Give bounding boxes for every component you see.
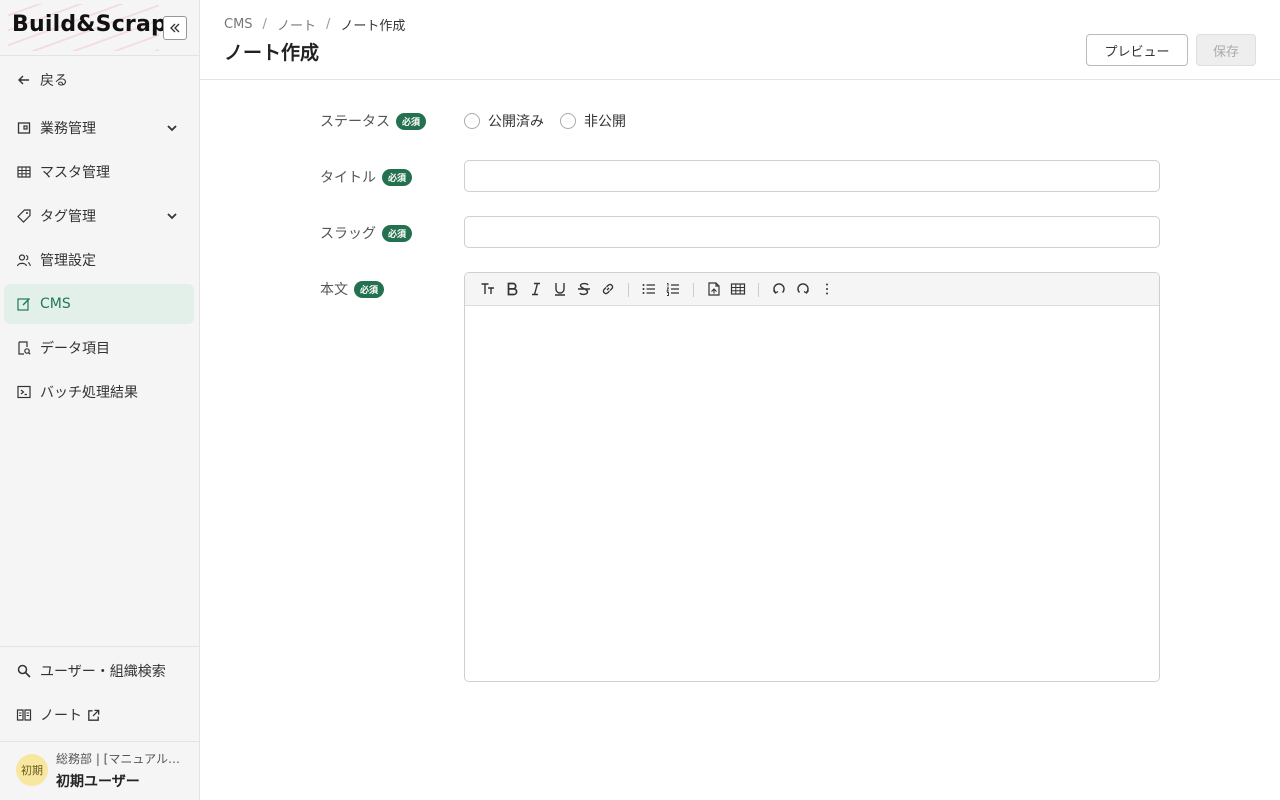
required-badge: 必須 <box>382 224 413 242</box>
status-radio-group: 公開済み 非公開 <box>464 111 642 131</box>
breadcrumb-item-cms[interactable]: CMS <box>224 17 253 32</box>
required-badge: 必須 <box>354 280 385 298</box>
terminal-icon <box>16 384 32 400</box>
sidebar-item-label: ノート <box>40 708 82 724</box>
avatar[interactable]: 初期 <box>16 754 48 786</box>
editor-toolbar <box>465 273 1159 306</box>
save-button[interactable]: 保存 <box>1196 34 1256 66</box>
body-label: 本文 必須 <box>320 279 385 299</box>
book-icon <box>16 707 32 723</box>
radio-circle[interactable] <box>560 113 576 129</box>
sidebar-item-label: データ項目 <box>40 341 110 357</box>
slug-label: スラッグ 必須 <box>320 223 413 243</box>
table-icon <box>16 164 32 180</box>
users-icon <box>16 252 32 268</box>
brand-logo[interactable]: Build&Scrap <box>12 12 167 37</box>
sidebar-item-business[interactable]: 業務管理 <box>4 108 194 148</box>
page-title: ノート作成 <box>224 42 320 64</box>
edit-icon <box>16 296 32 312</box>
sidebar-item-label: タグ管理 <box>40 209 96 225</box>
link-icon[interactable] <box>600 281 616 297</box>
strikethrough-icon[interactable] <box>576 281 592 297</box>
sidebar-item-note[interactable]: ノート <box>4 695 194 735</box>
numbered-list-icon[interactable] <box>665 281 681 297</box>
breadcrumb-item-note[interactable]: ノート <box>277 15 316 34</box>
sidebar-item-label: ユーザー・組織検索 <box>40 664 166 680</box>
sidebar-item-label: 業務管理 <box>40 121 96 137</box>
briefcase-icon <box>16 120 32 136</box>
underline-icon[interactable] <box>552 281 568 297</box>
sidebar-item-master[interactable]: マスタ管理 <box>4 152 194 192</box>
slug-label-text: スラッグ <box>320 226 376 242</box>
required-badge: 必須 <box>396 112 427 130</box>
sidebar-item-label: マスタ管理 <box>40 165 110 181</box>
chevron-down-icon <box>167 213 177 220</box>
sidebar-item-admin-settings[interactable]: 管理設定 <box>4 240 194 280</box>
text-size-icon[interactable] <box>480 281 496 297</box>
toolbar-divider <box>758 283 759 297</box>
italic-icon[interactable] <box>528 281 544 297</box>
sidebar: Build&Scrap 戻る 業務管理 マスタ管理 タグ管理 管理設定 CMS … <box>0 0 200 800</box>
required-badge: 必須 <box>382 168 413 186</box>
document-search-icon <box>16 340 32 356</box>
double-chevron-left-icon <box>170 23 180 33</box>
status-radio-published[interactable]: 公開済み <box>464 111 544 131</box>
toolbar-divider <box>693 283 694 297</box>
divider <box>0 646 199 647</box>
preview-button[interactable]: プレビュー <box>1086 34 1188 66</box>
editor-content-area[interactable] <box>465 306 1159 681</box>
sidebar-item-label: 管理設定 <box>40 253 96 269</box>
toolbar-divider <box>628 283 629 297</box>
bullet-list-icon[interactable] <box>641 281 657 297</box>
title-label-text: タイトル <box>320 170 376 186</box>
title-input[interactable] <box>464 160 1160 192</box>
chevron-down-icon <box>167 125 177 132</box>
sidebar-item-user-org-search[interactable]: ユーザー・組織検索 <box>4 651 194 691</box>
insert-file-icon[interactable] <box>706 281 722 297</box>
sidebar-item-tags[interactable]: タグ管理 <box>4 196 194 236</box>
user-organization: 総務部 | [マニュアル… <box>56 752 180 766</box>
title-label: タイトル 必須 <box>320 167 413 187</box>
sidebar-item-label: CMS <box>40 296 71 312</box>
page-header: CMS / ノート / ノート作成 ノート作成 プレビュー 保存 <box>200 0 1280 80</box>
sidebar-item-back[interactable]: 戻る <box>4 60 194 100</box>
body-label-text: 本文 <box>320 282 348 298</box>
user-name: 初期ユーザー <box>56 774 140 790</box>
tag-icon <box>16 208 32 224</box>
breadcrumb-item-current: ノート作成 <box>340 19 406 34</box>
sidebar-item-label: 戻る <box>40 73 68 89</box>
search-icon <box>16 663 32 679</box>
redo-icon[interactable] <box>795 281 811 297</box>
breadcrumb: CMS / ノート / ノート作成 <box>224 15 405 34</box>
sidebar-item-label: バッチ処理結果 <box>40 385 138 401</box>
divider <box>0 741 199 742</box>
sidebar-item-cms[interactable]: CMS <box>4 284 194 324</box>
status-label-text: ステータス <box>320 114 390 130</box>
radio-label: 非公開 <box>584 114 626 130</box>
collapse-sidebar-button[interactable] <box>163 16 187 40</box>
slug-input[interactable] <box>464 216 1160 248</box>
radio-label: 公開済み <box>488 114 544 130</box>
breadcrumb-separator: / <box>325 17 331 32</box>
sidebar-item-batch-results[interactable]: バッチ処理結果 <box>4 372 194 412</box>
status-label: ステータス 必須 <box>320 111 427 131</box>
radio-circle[interactable] <box>464 113 480 129</box>
breadcrumb-separator: / <box>262 17 267 32</box>
insert-table-icon[interactable] <box>730 281 746 297</box>
sidebar-item-data-fields[interactable]: データ項目 <box>4 328 194 368</box>
external-link-icon <box>86 708 101 723</box>
status-radio-private[interactable]: 非公開 <box>560 111 626 131</box>
more-options-icon[interactable] <box>819 281 835 297</box>
brand-header: Build&Scrap <box>0 0 199 56</box>
bold-icon[interactable] <box>504 281 520 297</box>
arrow-left-icon <box>16 72 32 88</box>
undo-icon[interactable] <box>771 281 787 297</box>
rich-text-editor <box>464 272 1160 682</box>
